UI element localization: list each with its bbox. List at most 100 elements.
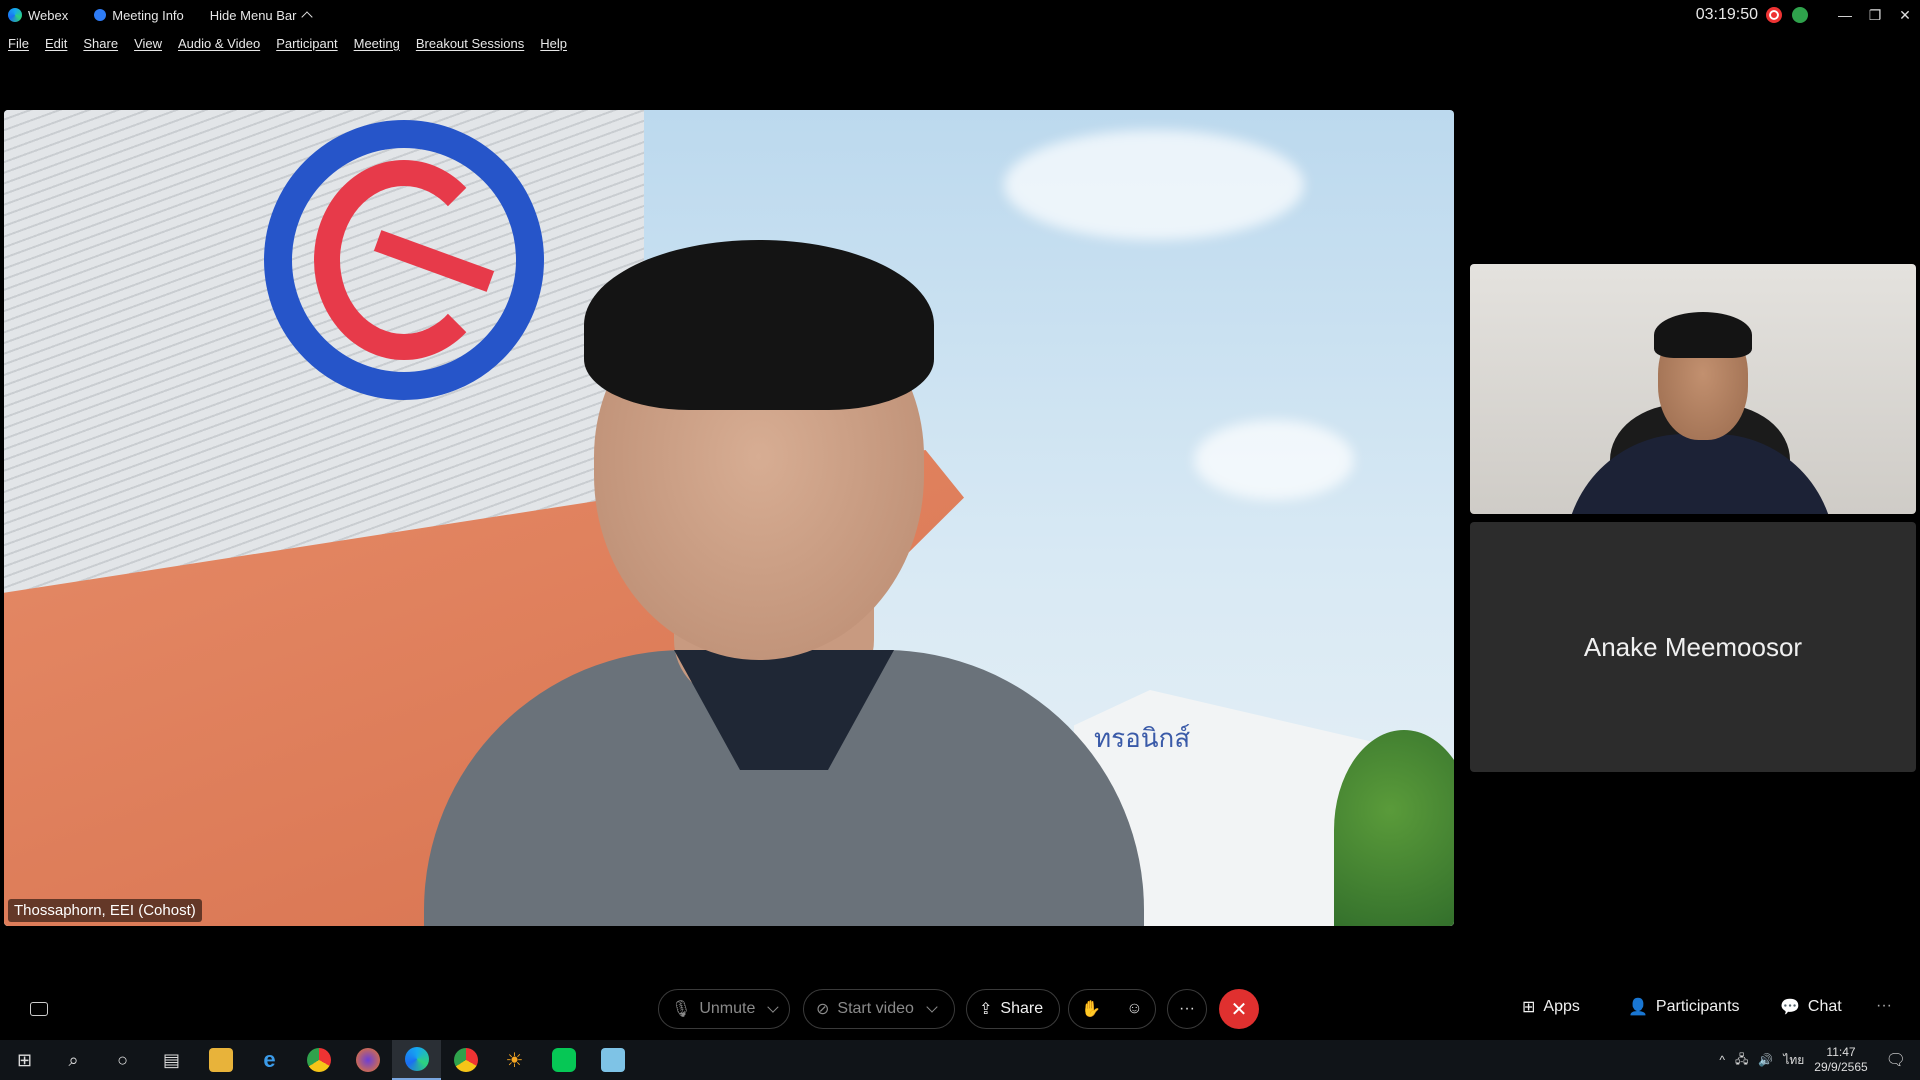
meeting-info-label: Meeting Info [112, 7, 184, 23]
more-panels-button[interactable]: ··· [1876, 997, 1892, 1015]
menu-help[interactable]: Help [540, 36, 567, 51]
app-taskbar-icon[interactable]: ☀ [490, 1040, 539, 1080]
hide-menu-bar-button[interactable]: Hide Menu Bar [209, 7, 313, 23]
line-icon [551, 1048, 576, 1072]
participant-video-tile[interactable] [1470, 264, 1916, 514]
speaker-hair [584, 240, 934, 410]
chrome-icon [453, 1048, 478, 1072]
file-explorer-taskbar-icon[interactable] [196, 1040, 245, 1080]
volume-icon[interactable]: 🔊 [1758, 1053, 1773, 1067]
close-icon: ✕ [1899, 6, 1911, 23]
unmute-label: Unmute [699, 1000, 756, 1017]
minimize-icon: — [1838, 7, 1852, 23]
chat-button[interactable]: 💬 Chat [1780, 997, 1842, 1017]
participant-name-tile[interactable]: Anake Meemoosor [1470, 522, 1916, 772]
chrome-profile-taskbar-icon[interactable] [441, 1040, 490, 1080]
cortana-circle-icon: ○ [117, 1049, 128, 1070]
participants-icon: 👤 [1628, 999, 1648, 1016]
cloud [1194, 420, 1354, 500]
more-horizontal-icon: ··· [1179, 1000, 1195, 1017]
chrome-taskbar-icon[interactable] [294, 1040, 343, 1080]
sun-app-icon: ☀ [505, 1049, 524, 1072]
folder-icon [208, 1048, 233, 1072]
more-options-button[interactable]: ··· [1167, 989, 1207, 1029]
more-horizontal-icon: ··· [1876, 997, 1892, 1014]
restore-icon: ❐ [1868, 6, 1882, 23]
webex-logo-icon [8, 8, 22, 22]
chevron-up-icon[interactable]: ^ [1719, 1053, 1725, 1067]
participants-label: Participants [1655, 998, 1740, 1015]
participant-name: Anake Meemoosor [1583, 631, 1803, 662]
start-video-label: Start video [837, 1000, 914, 1017]
task-view-icon: ▤ [162, 1049, 180, 1070]
webex-icon [404, 1047, 429, 1071]
language-indicator[interactable]: ไทย [1783, 1051, 1804, 1070]
webex-taskbar-icon[interactable] [392, 1040, 441, 1080]
raise-hand-icon[interactable]: ✋ [1081, 999, 1101, 1019]
unmute-button[interactable]: 🎙 Unmute [658, 989, 790, 1029]
participants-button[interactable]: 👤 Participants [1628, 997, 1740, 1017]
main-video-tile[interactable]: ทรอนิกส์ Thossaphorn, EEI (Cohost) [4, 110, 1454, 926]
video-off-icon: ⊘ [816, 1001, 830, 1018]
restore-button[interactable]: ❐ [1860, 0, 1890, 30]
meeting-timer: 03:19:50 [1695, 6, 1758, 23]
info-shield-icon [94, 9, 107, 21]
line-taskbar-icon[interactable] [539, 1040, 588, 1080]
menu-share[interactable]: Share [83, 36, 118, 51]
taskbar-clock[interactable]: 11:47 29/9/2565 [1814, 1045, 1867, 1075]
connection-signal-icon[interactable] [1792, 7, 1808, 23]
cortana-button[interactable]: ○ [98, 1040, 147, 1080]
chat-label: Chat [1807, 998, 1842, 1015]
chrome-icon [306, 1048, 331, 1072]
share-label: Share [1000, 1000, 1044, 1017]
search-button[interactable]: ⌕ [49, 1040, 98, 1080]
internet-explorer-icon: e [263, 1047, 276, 1072]
leave-meeting-button[interactable]: ✕ [1219, 989, 1259, 1029]
menu-participant[interactable]: Participant [276, 36, 337, 51]
notepad-taskbar-icon[interactable] [588, 1040, 637, 1080]
participant-body [1565, 434, 1835, 514]
taskbar-date: 29/9/2565 [1814, 1060, 1868, 1074]
meeting-controls-bar: 🎙 Unmute ⊘ Start video ⇪ Share ✋ ☺ ··· ✕… [0, 985, 1920, 1035]
chevron-down-icon[interactable] [926, 1001, 938, 1013]
notepad-icon [600, 1048, 625, 1072]
chevron-down-icon[interactable] [767, 1001, 779, 1013]
network-icon[interactable]: 🖧 [1735, 1050, 1748, 1071]
cloud [1004, 130, 1304, 240]
internet-explorer-taskbar-icon[interactable]: e [245, 1040, 294, 1080]
system-tray: ^ 🖧 🔊 ไทย 11:47 29/9/2565 🗨 [1719, 1040, 1920, 1080]
hide-menu-bar-label: Hide Menu Bar [209, 7, 297, 23]
taskbar-time: 11:47 [1826, 1045, 1856, 1059]
captions-icon[interactable] [30, 1002, 48, 1016]
title-bar: Webex Meeting Info Hide Menu Bar 03:19:5… [0, 0, 1920, 30]
menu-audio-video[interactable]: Audio & Video [178, 36, 260, 51]
webex-app-label[interactable]: Webex [8, 8, 68, 23]
menu-meeting[interactable]: Meeting [354, 36, 400, 51]
firefox-taskbar-icon[interactable] [343, 1040, 392, 1080]
minimize-button[interactable]: — [1830, 0, 1860, 30]
title-bar-right: 03:19:50 — ❐ ✕ [1696, 0, 1920, 30]
chat-bubble-icon: 💬 [1780, 999, 1800, 1016]
hand-reactions-group: ✋ ☺ [1068, 989, 1156, 1029]
start-button[interactable]: ⊞ [0, 1040, 49, 1080]
start-video-button[interactable]: ⊘ Start video [803, 989, 955, 1029]
participant-hair [1654, 312, 1752, 358]
share-button[interactable]: ⇪ Share [966, 989, 1060, 1029]
firefox-icon [355, 1048, 380, 1072]
menu-file[interactable]: File [8, 36, 29, 51]
microphone-muted-icon: 🎙 [671, 1001, 692, 1018]
main-speaker-video [424, 230, 1144, 926]
notification-icon[interactable]: 🗨 [1886, 1050, 1906, 1070]
reactions-icon[interactable]: ☺ [1126, 1000, 1142, 1018]
apps-button[interactable]: ⊞ Apps [1522, 997, 1580, 1017]
main-participant-name-tag: Thossaphorn, EEI (Cohost) [8, 899, 202, 922]
close-button[interactable]: ✕ [1890, 0, 1920, 30]
recording-icon[interactable] [1766, 7, 1782, 23]
windows-taskbar: ⊞ ⌕ ○ ▤ e ☀ ^ 🖧 🔊 ไทย 11:47 29/9/2565 🗨 [0, 1040, 1920, 1080]
task-view-button[interactable]: ▤ [147, 1040, 196, 1080]
meeting-info-button[interactable]: Meeting Info [94, 8, 184, 23]
menu-view[interactable]: View [134, 36, 162, 51]
menu-breakout-sessions[interactable]: Breakout Sessions [416, 36, 524, 51]
apps-grid-icon: ⊞ [1522, 999, 1536, 1016]
menu-edit[interactable]: Edit [45, 36, 67, 51]
